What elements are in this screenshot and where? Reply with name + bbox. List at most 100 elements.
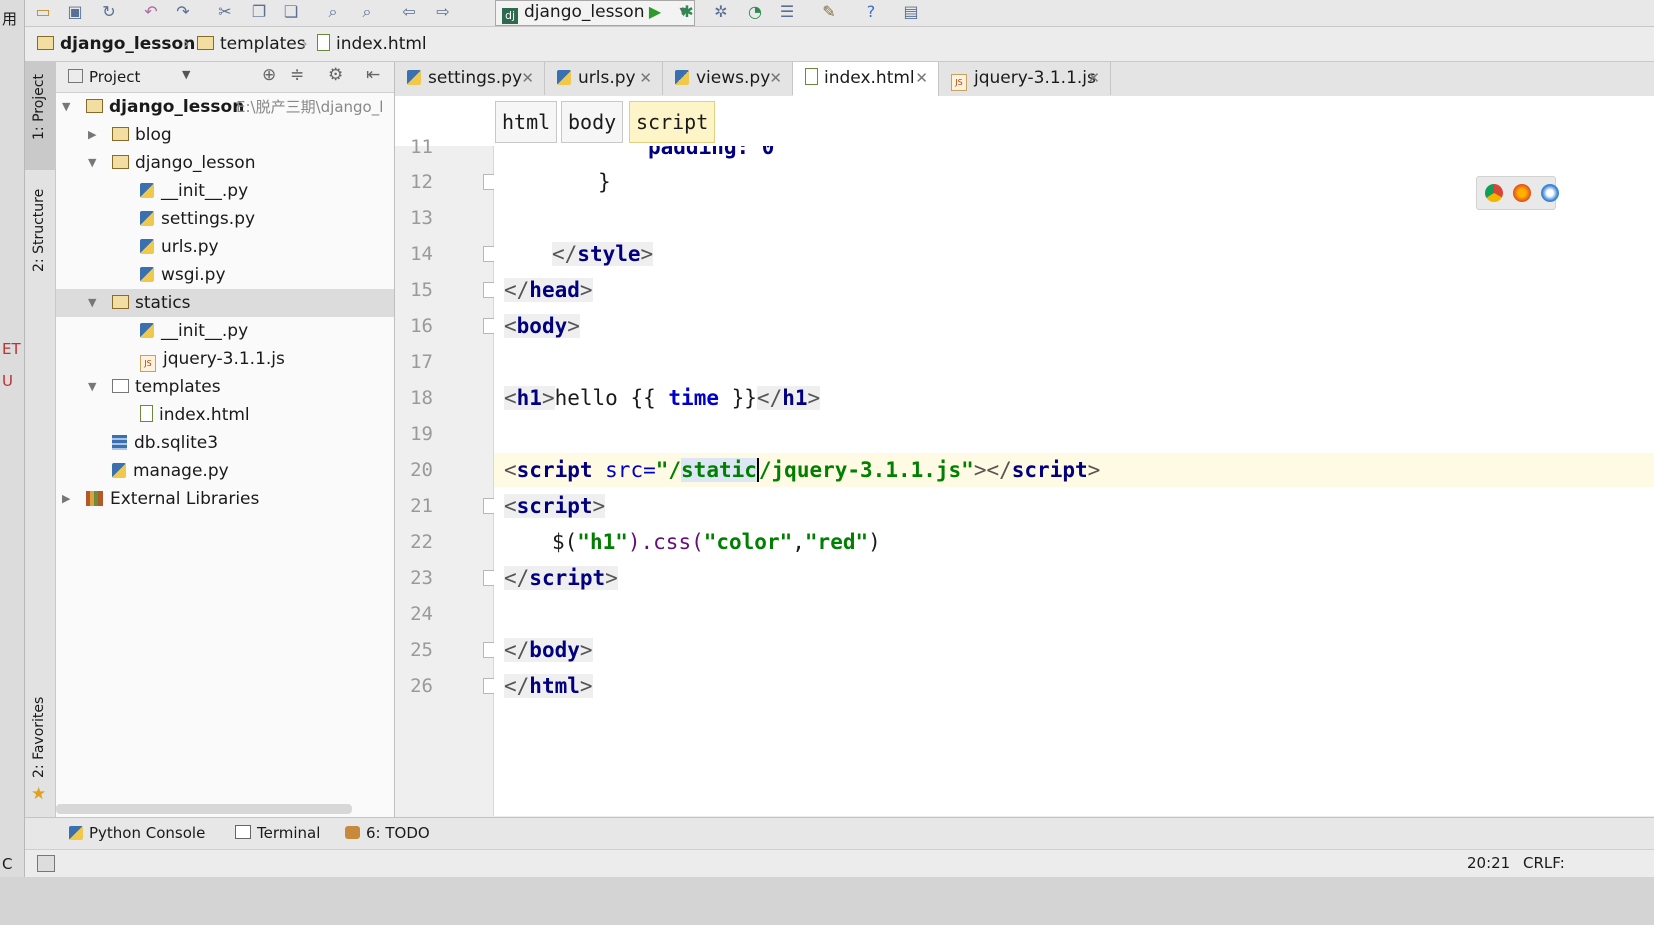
find-icon[interactable]: ⌕ xyxy=(323,2,343,22)
tree-row-db[interactable]: db.sqlite3 xyxy=(56,429,394,457)
tree-row-settings[interactable]: settings.py xyxy=(56,205,394,233)
tool-window-strip: 1: Project 2: Structure 2: Favorites ★ xyxy=(25,62,56,862)
close-icon[interactable]: ✕ xyxy=(915,62,928,94)
debug-icon[interactable]: ✱ xyxy=(677,2,697,22)
cut-icon[interactable]: ✂ xyxy=(215,2,235,22)
back-icon[interactable]: ⇦ xyxy=(399,2,419,22)
gear-icon[interactable]: ⚙ xyxy=(328,65,343,85)
tag-breadcrumb-bar: html body script xyxy=(395,96,1654,146)
scroll-from-source-icon[interactable]: ⊕ xyxy=(262,65,276,85)
horizontal-scrollbar[interactable] xyxy=(56,804,352,814)
tree-row-root[interactable]: ▼ django_lesson E:\脱产三期\django_l xyxy=(56,93,394,121)
python-console-tab[interactable]: Python Console xyxy=(69,824,205,842)
tree-row-init[interactable]: __init__.py xyxy=(56,177,394,205)
collapse-all-icon[interactable]: ≑ xyxy=(290,65,304,85)
settings-icon[interactable]: ✎ xyxy=(819,2,839,22)
tab-settings-py[interactable]: settings.py ✕ xyxy=(395,62,545,95)
close-icon[interactable]: ✕ xyxy=(521,62,534,94)
tree-row-django-lesson[interactable]: ▼ django_lesson xyxy=(56,149,394,177)
line-number: 23 xyxy=(410,567,433,589)
project-view-select[interactable]: Project xyxy=(68,68,140,86)
tree-row-jquery[interactable]: JS jquery-3.1.1.js xyxy=(56,345,394,373)
html-file-icon xyxy=(140,405,153,422)
chevron-down-icon[interactable]: ▼ xyxy=(182,68,190,81)
chrome-icon[interactable] xyxy=(1485,184,1503,202)
run-configuration-select[interactable]: dj django_lesson ▼ xyxy=(495,0,695,26)
collapsed-arrow-icon[interactable]: ▶ xyxy=(62,485,70,513)
paste-icon[interactable]: ❏ xyxy=(281,2,301,22)
close-icon[interactable]: ✕ xyxy=(639,62,652,94)
tree-row-index-html[interactable]: index.html xyxy=(56,401,394,429)
breadcrumb-item-project[interactable]: django_lesson xyxy=(37,34,195,54)
expanded-arrow-icon[interactable]: ▼ xyxy=(88,373,96,401)
collapsed-arrow-icon[interactable]: ▶ xyxy=(88,121,96,149)
python-file-icon xyxy=(557,70,571,85)
outer-window-strip: 用 ET U C xyxy=(0,0,25,925)
close-icon[interactable]: ✕ xyxy=(1087,62,1100,94)
code-line-26: </html> xyxy=(504,674,593,698)
line-number: 20 xyxy=(410,459,433,481)
run-config-label: django_lesson xyxy=(524,2,645,22)
tag-crumb-body[interactable]: body xyxy=(561,101,624,143)
line-separator[interactable]: CRLF: xyxy=(1523,854,1565,872)
expanded-arrow-icon[interactable]: ▼ xyxy=(88,149,96,177)
sync-icon[interactable]: ↻ xyxy=(99,2,119,22)
firefox-icon[interactable] xyxy=(1513,184,1531,202)
run-icon[interactable]: ▶ xyxy=(645,2,665,22)
help-icon[interactable]: ? xyxy=(861,2,881,22)
outer-char: 用 xyxy=(2,10,18,28)
breadcrumb-item-templates[interactable]: templates xyxy=(197,34,306,54)
undo-icon[interactable]: ↶ xyxy=(141,2,161,22)
tag-crumb-html[interactable]: html xyxy=(495,101,558,143)
tool-window-project[interactable]: 1: Project xyxy=(31,74,47,140)
folder-icon xyxy=(197,36,214,50)
copy-icon[interactable]: ❐ xyxy=(249,2,269,22)
tree-row-urls[interactable]: urls.py xyxy=(56,233,394,261)
todo-tab[interactable]: 6: TODO xyxy=(345,824,430,842)
safari-icon[interactable] xyxy=(1541,184,1559,202)
code-line-16: <body> xyxy=(504,314,580,338)
tab-views-py[interactable]: views.py ✕ xyxy=(663,62,793,95)
close-icon[interactable]: ✕ xyxy=(769,62,782,94)
breadcrumb-item-file[interactable]: index.html xyxy=(317,34,427,54)
bottom-tool-bar: Python Console Terminal 6: TODO xyxy=(25,817,1654,850)
expanded-arrow-icon[interactable]: ▼ xyxy=(62,93,70,121)
tab-index-html[interactable]: index.html ✕ xyxy=(793,62,939,96)
tree-row-wsgi[interactable]: wsgi.py xyxy=(56,261,394,289)
html-file-icon xyxy=(317,34,330,51)
status-bar: 20:21 CRLF: xyxy=(25,849,1654,878)
code-editor[interactable]: padding: 0 } </style> </head> <body> <h1… xyxy=(494,146,1654,816)
terminal-tab[interactable]: Terminal xyxy=(235,824,320,842)
expanded-arrow-icon[interactable]: ▼ xyxy=(88,289,96,317)
line-number: 25 xyxy=(410,639,433,661)
tool-windows-toggle-icon[interactable] xyxy=(37,855,55,872)
replace-icon[interactable]: ⌕ xyxy=(357,2,377,22)
tree-row-statics[interactable]: ▼ statics xyxy=(56,289,394,317)
open-icon[interactable]: ▭ xyxy=(33,2,53,22)
code-line-15: </head> xyxy=(504,278,593,302)
js-file-icon: JS xyxy=(140,355,156,372)
tree-row-templates[interactable]: ▼ templates xyxy=(56,373,394,401)
coverage-icon[interactable]: ✲ xyxy=(711,2,731,22)
tool-window-structure[interactable]: 2: Structure xyxy=(31,189,47,272)
tree-row-blog[interactable]: ▶ blog xyxy=(56,121,394,149)
tool-window-favorites[interactable]: 2: Favorites xyxy=(31,697,47,778)
caret-position[interactable]: 20:21 xyxy=(1467,854,1510,872)
tag-crumb-script[interactable]: script xyxy=(629,101,716,143)
tree-row-statics-init[interactable]: __init__.py xyxy=(56,317,394,345)
vcs-icon[interactable]: ▤ xyxy=(901,2,921,22)
tree-row-manage[interactable]: manage.py xyxy=(56,457,394,485)
tab-urls-py[interactable]: urls.py ✕ xyxy=(545,62,663,95)
profile-icon[interactable]: ◔ xyxy=(745,2,765,22)
save-icon[interactable]: ▣ xyxy=(65,2,85,22)
line-number: 26 xyxy=(410,675,433,697)
breadcrumb-separator: › xyxy=(301,34,308,54)
redo-icon[interactable]: ↷ xyxy=(173,2,193,22)
editor-tabs: settings.py ✕ urls.py ✕ views.py ✕ index.ht… xyxy=(395,62,1654,97)
tab-jquery-js[interactable]: JS jquery-3.1.1.js ✕ xyxy=(939,62,1111,95)
tasks-icon[interactable]: ☰ xyxy=(777,2,797,22)
forward-icon[interactable]: ⇨ xyxy=(433,2,453,22)
hide-icon[interactable]: ⇤ xyxy=(366,65,380,85)
tree-row-external-libraries[interactable]: ▶ External Libraries xyxy=(56,485,394,513)
line-number: 14 xyxy=(410,243,433,265)
